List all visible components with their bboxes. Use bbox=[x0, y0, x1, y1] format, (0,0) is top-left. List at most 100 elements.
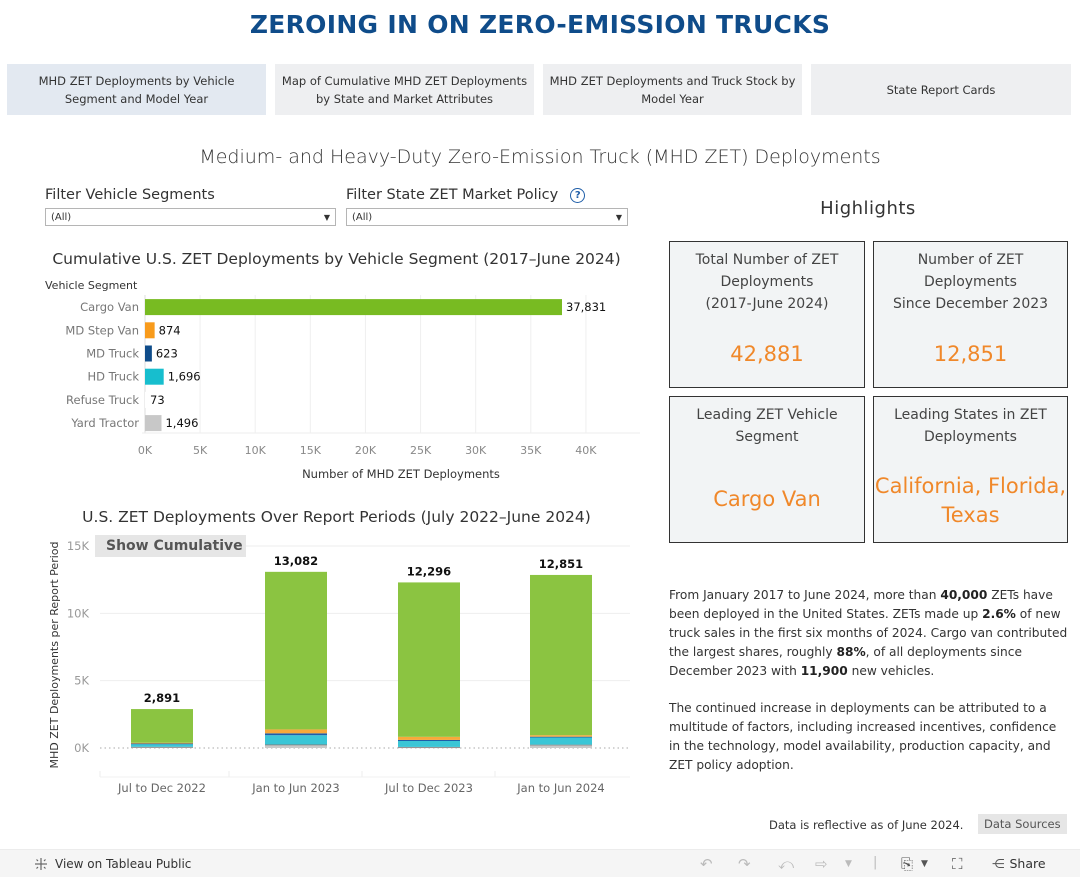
narrative-highlight: 2.6% bbox=[982, 607, 1016, 621]
stack-segment-refuse-truck bbox=[398, 746, 460, 748]
stack-segment-refuse-truck bbox=[530, 744, 592, 746]
y-axis-title: Vehicle Segment bbox=[45, 279, 138, 292]
dashboard-title: ZEROING IN ON ZERO-EMISSION TRUCKS bbox=[249, 10, 831, 39]
bar-md-step-van bbox=[145, 322, 155, 339]
refresh-icon[interactable]: ⇨ bbox=[815, 855, 828, 873]
stack-segment-yard-tractor bbox=[265, 745, 327, 748]
segment-chart-title: Cumulative U.S. ZET Deployments by Vehic… bbox=[52, 250, 621, 268]
stack-segment-md-truck bbox=[398, 739, 460, 741]
segment-bar-chart: Vehicle Segment 0K 5K 10K 15K 20K 25K 30K 35K 40K… bbox=[45, 279, 640, 481]
stack-segment-cargo-van bbox=[131, 709, 193, 743]
download-icon[interactable]: ⎘ bbox=[901, 855, 913, 873]
tab-vehicle-segment[interactable]: MHD ZET Deployments by Vehicle Segment a… bbox=[7, 64, 266, 115]
periods-chart-title: U.S. ZET Deployments Over Report Periods… bbox=[82, 508, 591, 526]
share-label: Share bbox=[1009, 856, 1046, 871]
bar-value-label: 1,496 bbox=[165, 416, 198, 430]
narrative-highlight: 11,900 bbox=[800, 664, 848, 678]
y-axis-title: MHD ZET Deployments per Report Period bbox=[48, 542, 61, 769]
share-button[interactable]: ⋲ Share bbox=[992, 856, 1046, 871]
revert-icon[interactable]: ⤺ bbox=[778, 855, 794, 873]
total-label: 2,891 bbox=[144, 691, 180, 705]
stack-segment-refuse-truck bbox=[265, 744, 327, 746]
undo-icon[interactable]: ↶ bbox=[700, 855, 713, 873]
card-leading-states: Leading States in ZET Deployments Califo… bbox=[873, 396, 1068, 543]
total-label: 12,296 bbox=[407, 564, 451, 578]
tab-truck-stock[interactable]: MHD ZET Deployments and Truck Stock by M… bbox=[543, 64, 802, 115]
x-tick-label: Jul to Dec 2022 bbox=[117, 781, 206, 795]
card-value: 12,851 bbox=[933, 342, 1008, 366]
bar-refuse-truck bbox=[145, 391, 146, 408]
view-on-tableau-label: View on Tableau Public bbox=[55, 857, 192, 871]
question-circle-icon[interactable]: ? bbox=[570, 187, 586, 203]
category-label: Cargo Van bbox=[80, 300, 139, 314]
narrative-text: new vehicles. bbox=[847, 664, 935, 678]
card-since-dec-2023: Number of ZET Deployments Since December… bbox=[873, 241, 1068, 388]
dropdown-value: (All) bbox=[51, 211, 72, 223]
category-label: MD Truck bbox=[86, 347, 139, 361]
bar-value-label: 37,831 bbox=[566, 300, 606, 314]
x-tick-label: 35K bbox=[520, 444, 542, 457]
tab-state-report-cards[interactable]: State Report Cards bbox=[811, 64, 1071, 115]
card-label-line: Number of ZET bbox=[917, 252, 1024, 268]
bar-value-label: 874 bbox=[159, 323, 181, 337]
tab-map[interactable]: Map of Cumulative MHD ZET Deployments by… bbox=[275, 64, 534, 115]
card-value: Cargo Van bbox=[713, 487, 821, 511]
card-leading-segment: Leading ZET Vehicle Segment Cargo Van bbox=[669, 396, 865, 543]
card-label-line: Leading ZET Vehicle bbox=[696, 407, 838, 423]
category-label: HD Truck bbox=[88, 370, 140, 384]
x-tick-label: 5K bbox=[193, 444, 208, 457]
card-value-line: California, Florida, bbox=[874, 474, 1067, 498]
stack-segment-hd-truck bbox=[265, 735, 327, 745]
state-policy-dropdown[interactable]: (All) ▼ bbox=[346, 208, 628, 226]
share-icon: ⋲ bbox=[992, 856, 1005, 871]
y-tick-label: 5K bbox=[74, 674, 89, 688]
fullscreen-icon[interactable]: ⛶ bbox=[952, 855, 963, 873]
x-tick-label: 20K bbox=[355, 444, 377, 457]
card-value-line: Texas bbox=[941, 503, 1000, 527]
filter-vehicle-segments: Filter Vehicle Segments (All) ▼ bbox=[45, 185, 336, 226]
stack-segment-md-truck bbox=[265, 733, 327, 736]
card-label-line: Since December 2023 bbox=[892, 296, 1049, 312]
stack-segment-refuse-truck bbox=[131, 746, 193, 748]
bar-value-label: 623 bbox=[156, 347, 178, 361]
stack-segment-yard-tractor bbox=[530, 745, 592, 748]
stack-segment-hd-truck bbox=[131, 744, 193, 747]
card-label-line: Segment bbox=[735, 429, 799, 445]
stack-segment-cargo-van bbox=[398, 582, 460, 737]
bar-value-label: 73 bbox=[150, 393, 165, 407]
card-label: Leading ZET Vehicle Segment bbox=[670, 397, 864, 448]
narrative-paragraph-1: From January 2017 to June 2024, more tha… bbox=[669, 586, 1069, 681]
card-label: Number of ZET Deployments Since December… bbox=[874, 242, 1067, 315]
y-tick-label: 0K bbox=[74, 741, 89, 755]
stack-segment-md-step-van bbox=[265, 729, 327, 734]
filter-state-policy: Filter State ZET Market Policy ? (All) ▼ bbox=[346, 185, 628, 226]
y-tick-label: 10K bbox=[67, 606, 90, 620]
x-tick-label: 30K bbox=[465, 444, 487, 457]
tableau-toolbar: View on Tableau Public ↶ ↷ ⤺ ⇨ ▼ | ⎘ ▼ ⛶… bbox=[0, 849, 1080, 877]
card-label: Leading States in ZET Deployments bbox=[874, 397, 1067, 448]
vehicle-segments-dropdown[interactable]: (All) ▼ bbox=[45, 208, 336, 226]
view-on-tableau-link[interactable]: View on Tableau Public bbox=[33, 856, 191, 872]
redo-icon[interactable]: ↷ bbox=[738, 855, 751, 873]
stack-segment-cargo-van bbox=[530, 574, 592, 736]
y-tick-label: 15K bbox=[67, 539, 90, 553]
stack-segment-hd-truck bbox=[398, 740, 460, 747]
filter-label: Filter Vehicle Segments bbox=[45, 187, 215, 203]
x-tick-label: Jul to Dec 2023 bbox=[384, 781, 473, 795]
card-total-deployments: Total Number of ZET Deployments (2017-Ju… bbox=[669, 241, 865, 388]
x-tick-label: Jan to Jun 2023 bbox=[251, 781, 339, 795]
card-label: Total Number of ZET Deployments (2017-Ju… bbox=[670, 242, 864, 315]
caret-down-icon[interactable]: ▼ bbox=[921, 859, 928, 869]
narrative-paragraph-2: The continued increase in deployments ca… bbox=[669, 701, 1057, 772]
filter-label-row: Filter State ZET Market Policy ? bbox=[346, 185, 628, 205]
caret-down-icon: ▼ bbox=[323, 212, 330, 222]
show-cumulative-toggle[interactable]: Show Cumulative bbox=[95, 535, 246, 557]
data-sources-button[interactable]: Data Sources bbox=[978, 814, 1067, 834]
bar-cargo-van bbox=[145, 299, 563, 316]
category-label: MD Step Van bbox=[65, 323, 139, 337]
x-tick-label: 25K bbox=[410, 444, 432, 457]
caret-down-icon[interactable]: ▼ bbox=[845, 859, 852, 869]
card-value: California, Florida, Texas bbox=[874, 472, 1067, 530]
x-tick-label: 0K bbox=[138, 444, 153, 457]
stack-segment-md-step-van bbox=[398, 736, 460, 740]
